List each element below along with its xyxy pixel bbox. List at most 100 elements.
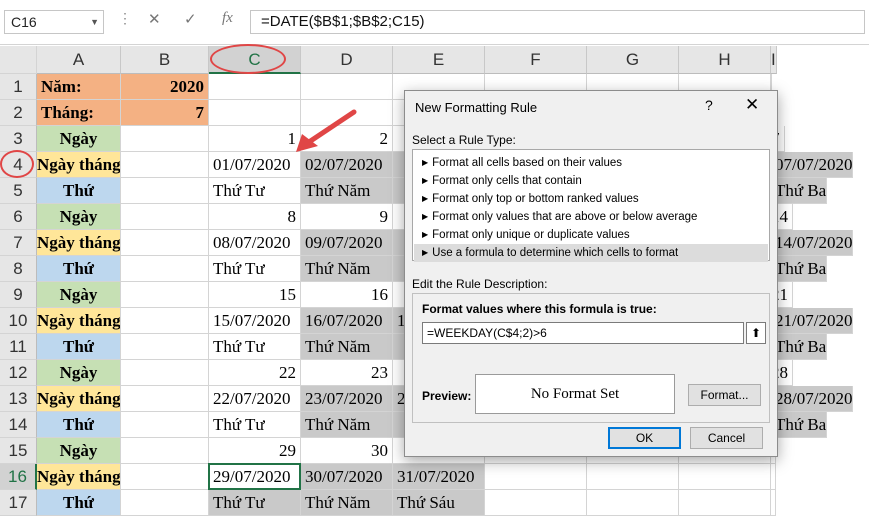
cell-c2[interactable]: [209, 100, 301, 126]
cell-c5[interactable]: Thứ Tư: [209, 178, 301, 204]
rule-formula-input[interactable]: =WEEKDAY(C$4;2)>6: [422, 322, 744, 344]
row-header-5[interactable]: 5: [0, 178, 37, 204]
collapse-dialog-icon[interactable]: ⬆: [746, 322, 766, 344]
cell-b10[interactable]: [121, 308, 209, 334]
name-box[interactable]: C16 ▼: [4, 10, 104, 34]
enter-icon[interactable]: ✓: [184, 10, 197, 28]
cell-f16[interactable]: [485, 464, 587, 490]
cell-a9[interactable]: Ngày: [37, 282, 121, 308]
cell-c15[interactable]: 29: [209, 438, 301, 464]
cell-c7[interactable]: 08/07/2020: [209, 230, 301, 256]
select-all-corner[interactable]: [0, 46, 37, 74]
row-header-10[interactable]: 10: [0, 308, 37, 334]
rule-type-item[interactable]: ▶ Format only unique or duplicate values: [414, 226, 768, 244]
column-header-i[interactable]: I: [771, 46, 777, 74]
close-icon[interactable]: ✕: [745, 95, 759, 115]
insert-function-icon[interactable]: fx: [222, 10, 233, 27]
row-header-16[interactable]: 16: [0, 464, 37, 490]
cell-g16[interactable]: [587, 464, 679, 490]
cell-c11[interactable]: Thứ Tư: [209, 334, 301, 360]
column-header-e[interactable]: E: [393, 46, 485, 74]
cell-i14[interactable]: Thứ Ba: [771, 412, 828, 438]
cell-f17[interactable]: [485, 490, 587, 516]
cell-i7[interactable]: 14/07/2020: [771, 230, 854, 256]
cell-a5[interactable]: Thứ: [37, 178, 121, 204]
cell-a4[interactable]: Ngày tháng chuẩn: [37, 152, 121, 178]
cell-d13[interactable]: 23/07/2020: [301, 386, 393, 412]
row-header-6[interactable]: 6: [0, 204, 37, 230]
cell-d8[interactable]: Thứ Năm: [301, 256, 393, 282]
cancel-button[interactable]: Cancel: [690, 427, 763, 449]
rule-type-item[interactable]: ▶ Format only top or bottom ranked values: [414, 190, 768, 208]
cell-b14[interactable]: [121, 412, 209, 438]
cell-i8[interactable]: Thứ Ba: [771, 256, 828, 282]
cell-b3[interactable]: [121, 126, 209, 152]
cell-d9[interactable]: 16: [301, 282, 393, 308]
format-button[interactable]: Format...: [688, 384, 761, 406]
column-header-g[interactable]: G: [587, 46, 679, 74]
drag-handle-icon[interactable]: ⋮: [118, 10, 133, 27]
cell-a13[interactable]: Ngày tháng chuẩn: [37, 386, 121, 412]
cell-d10[interactable]: 16/07/2020: [301, 308, 393, 334]
cell-a12[interactable]: Ngày: [37, 360, 121, 386]
cell-c13[interactable]: 22/07/2020: [209, 386, 301, 412]
cell-c3[interactable]: 1: [209, 126, 301, 152]
cell-a17[interactable]: Thứ: [37, 490, 121, 516]
cell-e16[interactable]: 31/07/2020: [393, 464, 485, 490]
cancel-icon[interactable]: ✕: [148, 10, 161, 28]
cell-i11[interactable]: Thứ Ba: [771, 334, 828, 360]
row-header-8[interactable]: 8: [0, 256, 37, 282]
column-header-d[interactable]: D: [301, 46, 393, 74]
cell-c12[interactable]: 22: [209, 360, 301, 386]
cell-a2[interactable]: Tháng:: [37, 100, 121, 126]
cell-d12[interactable]: 23: [301, 360, 393, 386]
row-header-3[interactable]: 3: [0, 126, 37, 152]
cell-b1[interactable]: 2020: [121, 74, 209, 100]
cell-c1[interactable]: [209, 74, 301, 100]
cell-c4[interactable]: 01/07/2020: [209, 152, 301, 178]
column-header-b[interactable]: B: [121, 46, 209, 74]
cell-c9[interactable]: 15: [209, 282, 301, 308]
cell-d5[interactable]: Thứ Năm: [301, 178, 393, 204]
cell-d14[interactable]: Thứ Năm: [301, 412, 393, 438]
ok-button[interactable]: OK: [608, 427, 681, 449]
cell-d15[interactable]: 30: [301, 438, 393, 464]
row-header-1[interactable]: 1: [0, 74, 37, 100]
cell-b12[interactable]: [121, 360, 209, 386]
cell-a8[interactable]: Thứ: [37, 256, 121, 282]
rule-type-item[interactable]: ▶ Format all cells based on their values: [414, 154, 768, 172]
cell-c17[interactable]: Thứ Tư: [209, 490, 301, 516]
row-header-13[interactable]: 13: [0, 386, 37, 412]
cell-g17[interactable]: [587, 490, 679, 516]
cell-b15[interactable]: [121, 438, 209, 464]
cell-c6[interactable]: 8: [209, 204, 301, 230]
cell-d1[interactable]: [301, 74, 393, 100]
cell-a11[interactable]: Thứ: [37, 334, 121, 360]
cell-i10[interactable]: 21/07/2020: [771, 308, 854, 334]
cell-d16[interactable]: 30/07/2020: [301, 464, 393, 490]
cell-b5[interactable]: [121, 178, 209, 204]
row-header-12[interactable]: 12: [0, 360, 37, 386]
cell-i16[interactable]: [771, 464, 776, 490]
cell-b2[interactable]: 7: [121, 100, 209, 126]
chevron-down-icon[interactable]: ▼: [90, 11, 99, 33]
column-header-h[interactable]: H: [679, 46, 771, 74]
cell-a1[interactable]: Năm:: [37, 74, 121, 100]
cell-b9[interactable]: [121, 282, 209, 308]
cell-i5[interactable]: Thứ Ba: [771, 178, 828, 204]
cell-b4[interactable]: [121, 152, 209, 178]
row-header-9[interactable]: 9: [0, 282, 37, 308]
rule-type-item[interactable]: ▶ Format only values that are above or be…: [414, 208, 768, 226]
cell-c8[interactable]: Thứ Tư: [209, 256, 301, 282]
cell-d17[interactable]: Thứ Năm: [301, 490, 393, 516]
cell-i13[interactable]: 28/07/2020: [771, 386, 854, 412]
cell-b6[interactable]: [121, 204, 209, 230]
cell-d7[interactable]: 09/07/2020: [301, 230, 393, 256]
cell-a16[interactable]: Ngày tháng chuẩn: [37, 464, 121, 490]
cell-b8[interactable]: [121, 256, 209, 282]
cell-c14[interactable]: Thứ Tư: [209, 412, 301, 438]
cell-b11[interactable]: [121, 334, 209, 360]
cell-c10[interactable]: 15/07/2020: [209, 308, 301, 334]
column-header-f[interactable]: F: [485, 46, 587, 74]
cell-b16[interactable]: [121, 464, 209, 490]
